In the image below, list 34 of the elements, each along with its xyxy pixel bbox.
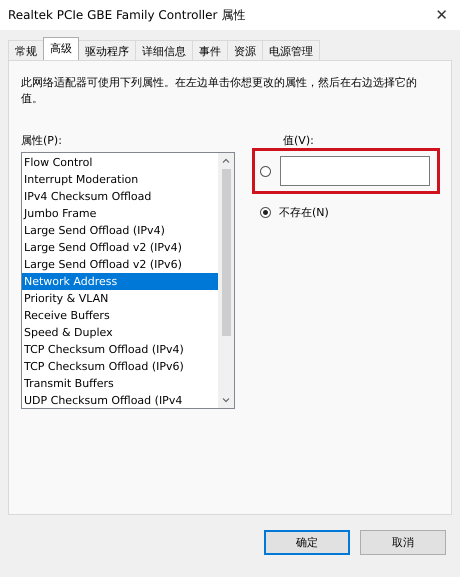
- list-item[interactable]: Jumbo Frame: [22, 205, 218, 222]
- radio-button[interactable]: [260, 207, 271, 218]
- dialog-button[interactable]: 取消: [360, 530, 446, 555]
- radio-button[interactable]: [260, 166, 271, 176]
- list-item[interactable]: Large Send Offload v2 (IPv6): [22, 256, 218, 273]
- radio-label[interactable]: 不存在(N): [279, 205, 329, 220]
- window-title: Realtek PCIe GBE Family Controller 属性: [8, 6, 246, 24]
- list-item[interactable]: Network Address: [22, 273, 218, 290]
- scrollbar-thumb[interactable]: [222, 169, 230, 336]
- list-item[interactable]: Speed & Duplex: [22, 324, 218, 341]
- property-list[interactable]: [21, 152, 235, 409]
- scroll-up-icon[interactable]: [222, 157, 230, 165]
- tab[interactable]: 电源管理: [262, 40, 320, 60]
- value-field[interactable]: [280, 156, 430, 186]
- tab[interactable]: 常规: [8, 40, 44, 60]
- description-text: 此网络适配器可使用下列属性。在左边单击你想更改的属性，然后在右边选择它的值。: [21, 75, 418, 107]
- list-item[interactable]: UDP Checksum Offload (IPv4: [22, 392, 218, 408]
- tab[interactable]: 高级: [43, 37, 79, 60]
- list-item[interactable]: TCP Checksum Offload (IPv6): [22, 358, 218, 375]
- dialog-button[interactable]: 确定: [264, 530, 350, 555]
- property-label: 属性(P):: [21, 133, 63, 148]
- list-item[interactable]: Receive Buffers: [22, 307, 218, 324]
- scrollbar[interactable]: [218, 153, 234, 408]
- scroll-down-icon[interactable]: [222, 396, 230, 404]
- close-button[interactable]: ✕: [435, 6, 448, 24]
- list-item[interactable]: Interrupt Moderation: [22, 171, 218, 188]
- list-item[interactable]: Priority & VLAN: [22, 290, 218, 307]
- value-label: 值(V):: [283, 133, 315, 148]
- list-item[interactable]: Transmit Buffers: [22, 375, 218, 392]
- list-item[interactable]: TCP Checksum Offload (IPv4): [22, 341, 218, 358]
- list-item[interactable]: Large Send Offload v2 (IPv4): [22, 239, 218, 256]
- list-item[interactable]: Flow Control: [22, 154, 218, 171]
- list-item[interactable]: IPv4 Checksum Offload: [22, 188, 218, 205]
- list-item[interactable]: Large Send Offload (IPv4): [22, 222, 218, 239]
